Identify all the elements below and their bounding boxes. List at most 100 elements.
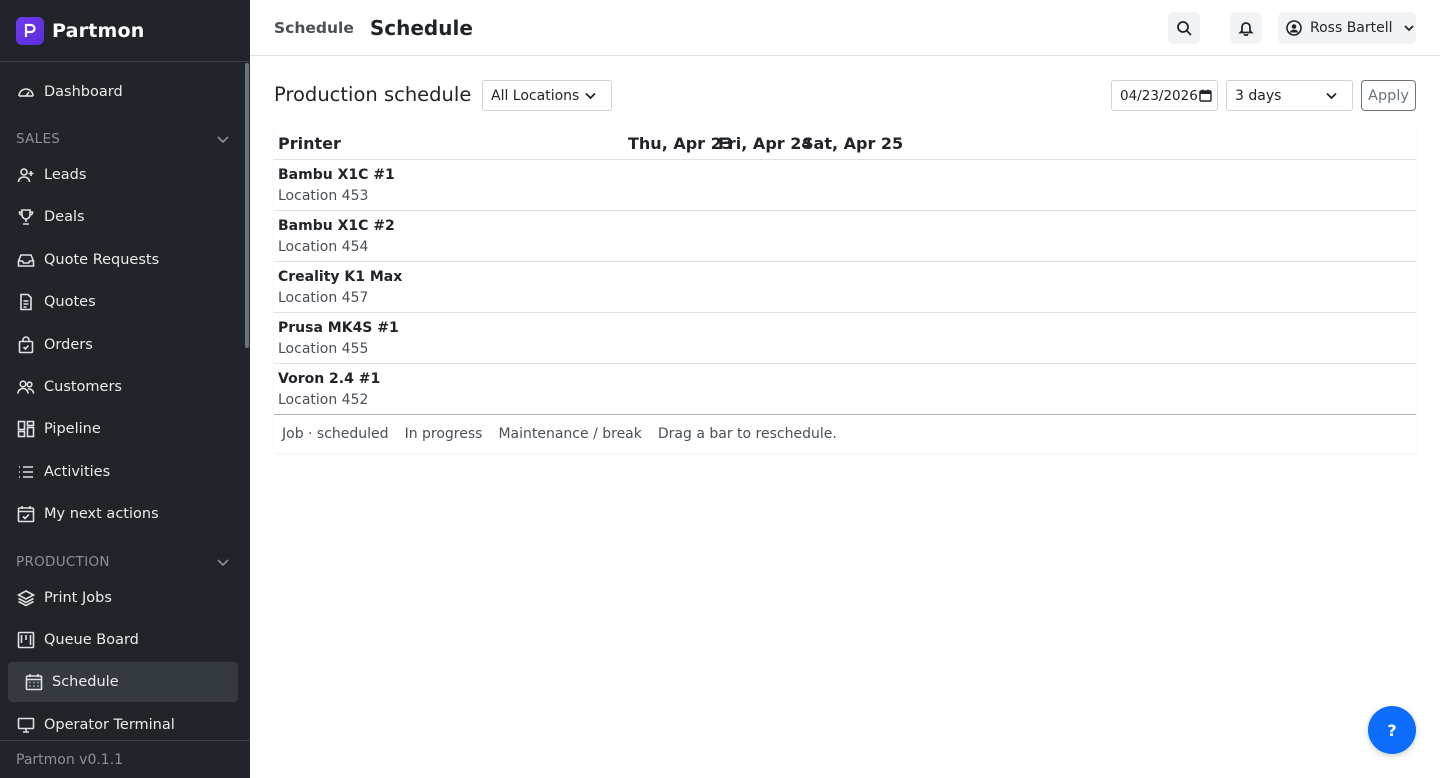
section-label: PRODUCTION xyxy=(16,554,110,570)
printer-name: Prusa MK4S #1 xyxy=(278,320,399,336)
sidebar-section-production[interactable]: PRODUCTION xyxy=(16,554,230,570)
page-title: Schedule xyxy=(369,15,473,40)
legend-item: In progress xyxy=(404,426,483,442)
sidebar-item-queue-board[interactable]: Queue Board xyxy=(8,620,238,660)
printer-location: Location 452 xyxy=(278,392,369,408)
sidebar-item-label: Quotes xyxy=(44,294,96,310)
sidebar-section-sales[interactable]: SALES xyxy=(16,131,230,147)
trophy-icon xyxy=(16,207,36,227)
user-avatar-icon xyxy=(1286,20,1302,36)
search-button[interactable] xyxy=(1168,12,1200,44)
top-header: Schedule Schedule Ross Bartell xyxy=(250,0,1440,56)
printer-row[interactable]: Voron 2.4 #1 Location 452 xyxy=(274,364,1416,415)
sidebar-item-my-next-actions[interactable]: My next actions xyxy=(8,494,238,534)
notifications-button[interactable] xyxy=(1230,12,1262,44)
sidebar-item-label: My next actions xyxy=(44,506,159,522)
location-select-value: All Locations xyxy=(491,87,580,104)
printer-name: Bambu X1C #2 xyxy=(278,218,395,234)
chevron-down-icon xyxy=(217,559,229,567)
printer-row[interactable]: Bambu X1C #1 Location 453 xyxy=(274,160,1416,211)
brand-logo-icon xyxy=(16,16,44,45)
day-header: Fri, Apr 24 xyxy=(718,134,813,153)
user-menu-button[interactable]: Ross Bartell xyxy=(1278,12,1416,44)
brand[interactable]: Partmon xyxy=(0,0,250,62)
sidebar-item-customers[interactable]: Customers xyxy=(8,367,238,407)
list-icon xyxy=(16,462,36,482)
sidebar-item-label: Queue Board xyxy=(44,632,139,648)
range-select[interactable]: 3 days xyxy=(1226,80,1353,111)
brand-name: Partmon xyxy=(52,19,145,42)
document-icon xyxy=(16,292,36,312)
sidebar-item-activities[interactable]: Activities xyxy=(8,452,238,492)
sidebar-item-print-jobs[interactable]: Print Jobs xyxy=(8,578,238,618)
sidebar-item-label: Operator Terminal xyxy=(44,717,175,733)
apply-button[interactable]: Apply xyxy=(1361,80,1416,111)
sidebar-item-label: Customers xyxy=(44,379,122,395)
sidebar-item-quotes[interactable]: Quotes xyxy=(8,282,238,322)
help-button[interactable]: ? xyxy=(1368,706,1416,754)
kanban-icon xyxy=(16,419,36,439)
sidebar-item-label: Orders xyxy=(44,337,93,353)
chevron-down-icon xyxy=(217,136,229,144)
start-date-input[interactable]: 04/23/2026 xyxy=(1111,80,1218,111)
monitor-icon xyxy=(16,715,36,735)
bag-icon xyxy=(16,335,36,355)
day-header: Sat, Apr 25 xyxy=(802,134,904,153)
printer-location: Location 455 xyxy=(278,341,369,357)
sidebar-item-operator-terminal[interactable]: Operator Terminal xyxy=(8,705,238,740)
chevron-down-icon xyxy=(585,92,596,100)
range-select-value: 3 days xyxy=(1235,87,1282,104)
calendar-check-icon xyxy=(16,504,36,524)
printer-row[interactable]: Bambu X1C #2 Location 454 xyxy=(274,211,1416,262)
search-icon xyxy=(1177,21,1192,36)
sidebar-item-orders[interactable]: Orders xyxy=(8,325,238,365)
bell-icon xyxy=(1238,22,1254,36)
layers-icon xyxy=(16,588,36,608)
printer-name: Creality K1 Max xyxy=(278,269,403,285)
printer-location: Location 454 xyxy=(278,239,369,255)
user-plus-icon xyxy=(16,165,36,185)
printer-location: Location 453 xyxy=(278,188,369,204)
schedule-legend: Job · scheduled In progress Maintenance … xyxy=(274,414,1416,453)
location-select[interactable]: All Locations xyxy=(482,80,612,111)
sidebar-scrollbar[interactable] xyxy=(245,63,249,348)
board-icon xyxy=(16,630,36,650)
printer-name: Bambu X1C #1 xyxy=(278,167,395,183)
chevron-down-icon xyxy=(1403,25,1414,32)
speedometer-icon xyxy=(16,82,36,102)
user-name: Ross Bartell xyxy=(1310,20,1393,36)
sidebar-nav: Dashboard SALES Leads Deals Quote Reques… xyxy=(0,63,246,740)
sidebar-item-quote-requests[interactable]: Quote Requests xyxy=(8,240,238,280)
sidebar-item-label: Dashboard xyxy=(44,84,123,100)
printer-location: Location 457 xyxy=(278,290,369,306)
schedule-grid: Printer Thu, Apr 23 Fri, Apr 24 Sat, Apr… xyxy=(274,128,1416,453)
chevron-down-icon xyxy=(1326,92,1337,100)
legend-item: Maintenance / break xyxy=(498,426,642,442)
version-label: Partmon v0.1.1 xyxy=(0,740,250,778)
calendar-icon[interactable] xyxy=(1199,89,1212,102)
sidebar: Partmon Dashboard SALES Leads Deals Quot… xyxy=(0,0,250,778)
sidebar-item-pipeline[interactable]: Pipeline xyxy=(8,409,238,449)
sidebar-item-leads[interactable]: Leads xyxy=(8,155,238,195)
inbox-icon xyxy=(16,250,36,270)
printer-row[interactable]: Prusa MK4S #1 Location 455 xyxy=(274,313,1416,364)
people-icon xyxy=(16,377,36,397)
date-value: 04/23/2026 xyxy=(1120,87,1198,104)
legend-hint: Drag a bar to reschedule. xyxy=(657,426,837,442)
section-label: SALES xyxy=(16,131,61,147)
sidebar-item-label: Pipeline xyxy=(44,421,101,437)
printer-name: Voron 2.4 #1 xyxy=(278,371,381,387)
sidebar-item-schedule[interactable]: Schedule xyxy=(8,662,238,702)
sidebar-item-label: Print Jobs xyxy=(44,590,112,606)
legend-item: Job · scheduled xyxy=(282,426,389,442)
sidebar-item-label: Schedule xyxy=(52,674,119,690)
sidebar-item-label: Quote Requests xyxy=(44,252,160,268)
printer-row[interactable]: Creality K1 Max Location 457 xyxy=(274,262,1416,313)
breadcrumb[interactable]: Schedule xyxy=(274,19,354,37)
sidebar-item-deals[interactable]: Deals xyxy=(8,197,238,237)
sidebar-item-label: Leads xyxy=(44,167,87,183)
sidebar-item-dashboard[interactable]: Dashboard xyxy=(8,72,238,112)
sidebar-item-label: Activities xyxy=(44,464,111,480)
calendar-icon xyxy=(24,672,44,692)
sidebar-item-label: Deals xyxy=(44,209,85,225)
